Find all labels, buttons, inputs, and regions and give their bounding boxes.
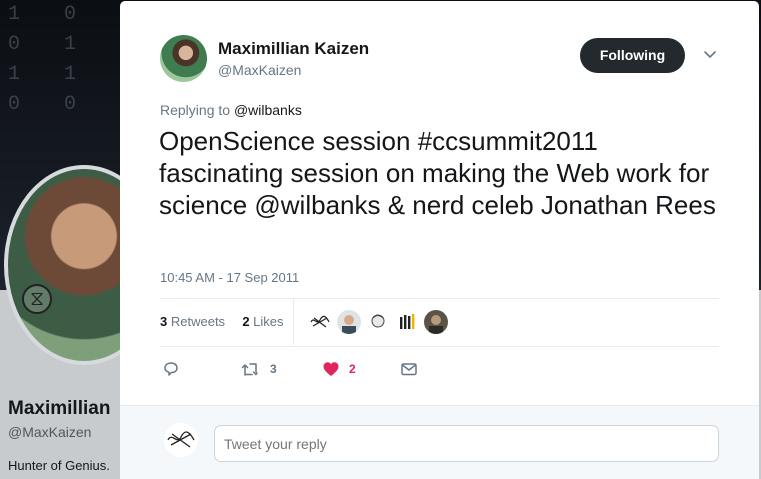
- retweet-icon: [241, 363, 258, 376]
- divider: [160, 298, 719, 299]
- like-count: 2: [349, 362, 356, 376]
- replying-to: Replying to @wilbanks: [160, 102, 302, 118]
- liker-avatar[interactable]: [308, 310, 332, 334]
- extinction-symbol-icon: ⧖: [22, 284, 52, 314]
- stats-separator: [293, 299, 294, 345]
- liker-avatar[interactable]: [337, 310, 361, 334]
- replying-to-link[interactable]: @wilbanks: [234, 102, 302, 118]
- profile-name[interactable]: Maximillian: [8, 398, 110, 420]
- reply-composer: [120, 405, 759, 479]
- tweet-reply-input[interactable]: [214, 425, 719, 462]
- divider: [160, 346, 719, 347]
- tweet-stats: 3 Retweets 2 Likes: [160, 314, 284, 329]
- author-name[interactable]: Maximillian Kaizen: [218, 39, 369, 59]
- author-handle[interactable]: @MaxKaizen: [218, 62, 301, 78]
- retweet-count: 3: [270, 362, 277, 376]
- following-button[interactable]: Following: [580, 38, 685, 73]
- user-avatar[interactable]: [164, 423, 198, 457]
- liker-avatar[interactable]: [366, 310, 390, 334]
- likes-stat[interactable]: 2 Likes: [242, 314, 283, 329]
- chevron-down-icon[interactable]: [703, 48, 717, 62]
- retweet-button[interactable]: 3: [241, 358, 277, 380]
- envelope-icon: [401, 363, 417, 376]
- banner-digits: 10 01 11 00: [8, 3, 77, 116]
- liker-avatar[interactable]: [424, 310, 448, 334]
- liker-avatar[interactable]: [395, 310, 419, 334]
- profile-handle: @MaxKaizen: [8, 424, 92, 440]
- heart-icon: [323, 362, 339, 376]
- retweets-stat[interactable]: 3 Retweets: [160, 314, 225, 329]
- direct-message-button[interactable]: [400, 358, 418, 380]
- reply-button[interactable]: [162, 358, 180, 380]
- like-button[interactable]: 2: [322, 358, 356, 380]
- tweet-modal: Maximillian Kaizen @MaxKaizen Following …: [120, 1, 759, 479]
- likers-avatars: [308, 310, 453, 334]
- tweet-text: OpenScience session #ccsummit2011 fascin…: [159, 126, 716, 220]
- tweet-timestamp[interactable]: 10:45 AM - 17 Sep 2011: [160, 270, 299, 285]
- profile-bio: Hunter of Genius.: [8, 458, 110, 473]
- reply-icon: [164, 362, 178, 376]
- author-avatar[interactable]: [160, 35, 207, 82]
